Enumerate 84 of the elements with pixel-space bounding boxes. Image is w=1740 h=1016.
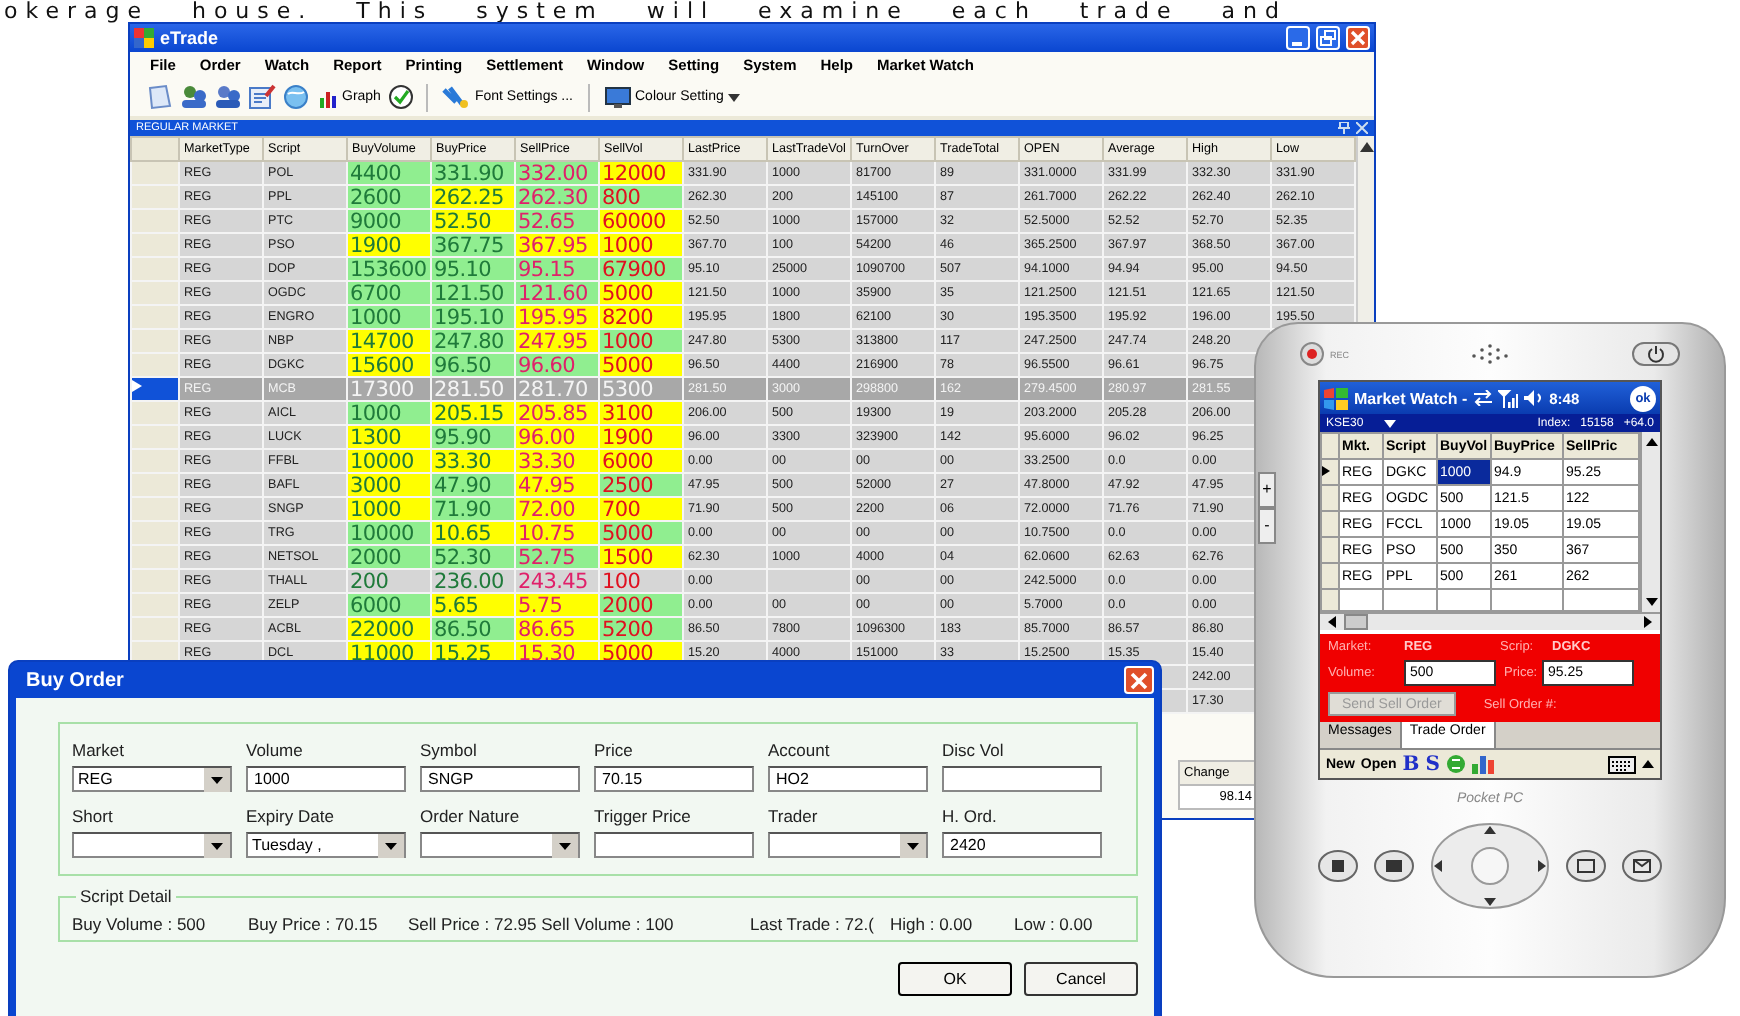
side-button[interactable]: + [1258,472,1276,508]
direction-pad-icon[interactable] [1430,822,1550,910]
input-field[interactable]: 1000 [246,766,406,792]
field-label: Expiry Date [246,806,336,826]
input-field[interactable]: HO2 [768,766,928,792]
row-pointer-icon [1322,465,1330,475]
power-button-icon[interactable] [1632,342,1681,366]
contacts-button-icon[interactable] [1566,850,1606,882]
minimize-button[interactable] [1286,26,1310,50]
windows-flag-icon[interactable] [1324,387,1348,409]
field-label: Price [594,740,635,760]
record-button-icon[interactable] [1300,342,1324,366]
caret-icon [727,93,740,101]
close-icon[interactable] [1356,122,1368,134]
dropdown[interactable]: Tuesday , [246,832,406,858]
detail-text: Sell Price : 72.95 Sell Volume : 100 [408,914,676,934]
pin-icon[interactable] [1338,122,1350,134]
check-circle-icon[interactable] [388,84,415,110]
field-label: Short [72,806,115,826]
restore-icon [1320,30,1336,46]
field-label: Disc Vol [942,740,1006,760]
restore-button[interactable] [1316,26,1340,50]
input-field[interactable] [594,832,754,858]
side-button[interactable]: - [1258,508,1276,544]
globe-icon[interactable] [282,84,310,110]
bar-chart-icon[interactable] [1471,754,1496,774]
field-label: Trader [768,806,820,826]
field-label: Account [768,740,832,760]
field-label: H. Ord. [942,806,999,826]
close-button[interactable] [1124,666,1154,694]
bar-chart-icon [318,87,338,107]
input-field[interactable] [942,766,1102,792]
group-title: Script Detail [76,886,176,906]
field-label: Order Nature [420,806,522,826]
left-arrow-icon [1328,616,1336,628]
dropdown[interactable] [72,832,232,858]
app-icon [134,28,154,48]
detail-text: High : 0.00 [890,914,975,934]
up-arrow-icon[interactable] [1642,760,1654,768]
dropdown[interactable]: REG [72,766,232,792]
signal-icon [1497,389,1518,407]
detail-text: Low : 0.00 [1014,914,1093,934]
monitor-icon [603,85,631,109]
page-icon[interactable] [146,84,174,110]
sell-key[interactable]: S [1425,753,1440,775]
detail-text: Last Trade : 72.( [750,914,876,934]
scrollbar[interactable] [1320,612,1660,630]
up-arrow-icon [1645,438,1657,446]
mail-button-icon[interactable] [1622,850,1662,882]
sync-arrows-icon [1473,390,1492,406]
people-icon[interactable] [214,84,242,110]
buy-key[interactable]: B [1402,753,1420,775]
field-label: Trigger Price [594,806,693,826]
caret-icon [1383,419,1396,427]
calendar-button-icon[interactable] [1374,850,1414,882]
input-field[interactable]: 2420 [942,832,1102,858]
right-arrow-icon [1644,616,1652,628]
people-icon[interactable] [180,84,208,110]
field-label: Volume [246,740,305,760]
page-text: okerage house. This system will examine each trade and [2,0,1289,22]
close-icon [1350,30,1366,46]
down-arrow-icon [1645,598,1657,606]
dropdown[interactable] [768,832,928,858]
dialog-title: Buy Order [24,669,124,691]
input-field[interactable]: 70.15 [594,766,754,792]
notepad-icon[interactable] [248,84,276,110]
detail-text: Buy Volume : 500 [72,914,208,934]
close-icon [1130,671,1148,689]
scrollbar-thumb[interactable] [1344,614,1368,630]
keyboard-icon[interactable] [1608,755,1636,773]
input-field[interactable]: SNGP [420,766,580,792]
close-button[interactable] [1346,26,1370,50]
volume-icon [1523,390,1544,406]
scrollbar[interactable] [1640,432,1660,612]
up-arrow-icon [1359,142,1373,152]
field-label: Symbol [420,740,479,760]
window-title: eTrade [160,28,219,48]
dialog-button[interactable]: Cancel [1024,962,1138,996]
dialog-button[interactable]: OK [898,962,1012,996]
detail-text: Buy Price : 70.15 [248,914,380,934]
app-title: Market Watch - [1354,389,1468,407]
field-label: Market [72,740,126,760]
dropdown[interactable] [420,832,580,858]
start-button-icon[interactable] [1318,850,1358,882]
